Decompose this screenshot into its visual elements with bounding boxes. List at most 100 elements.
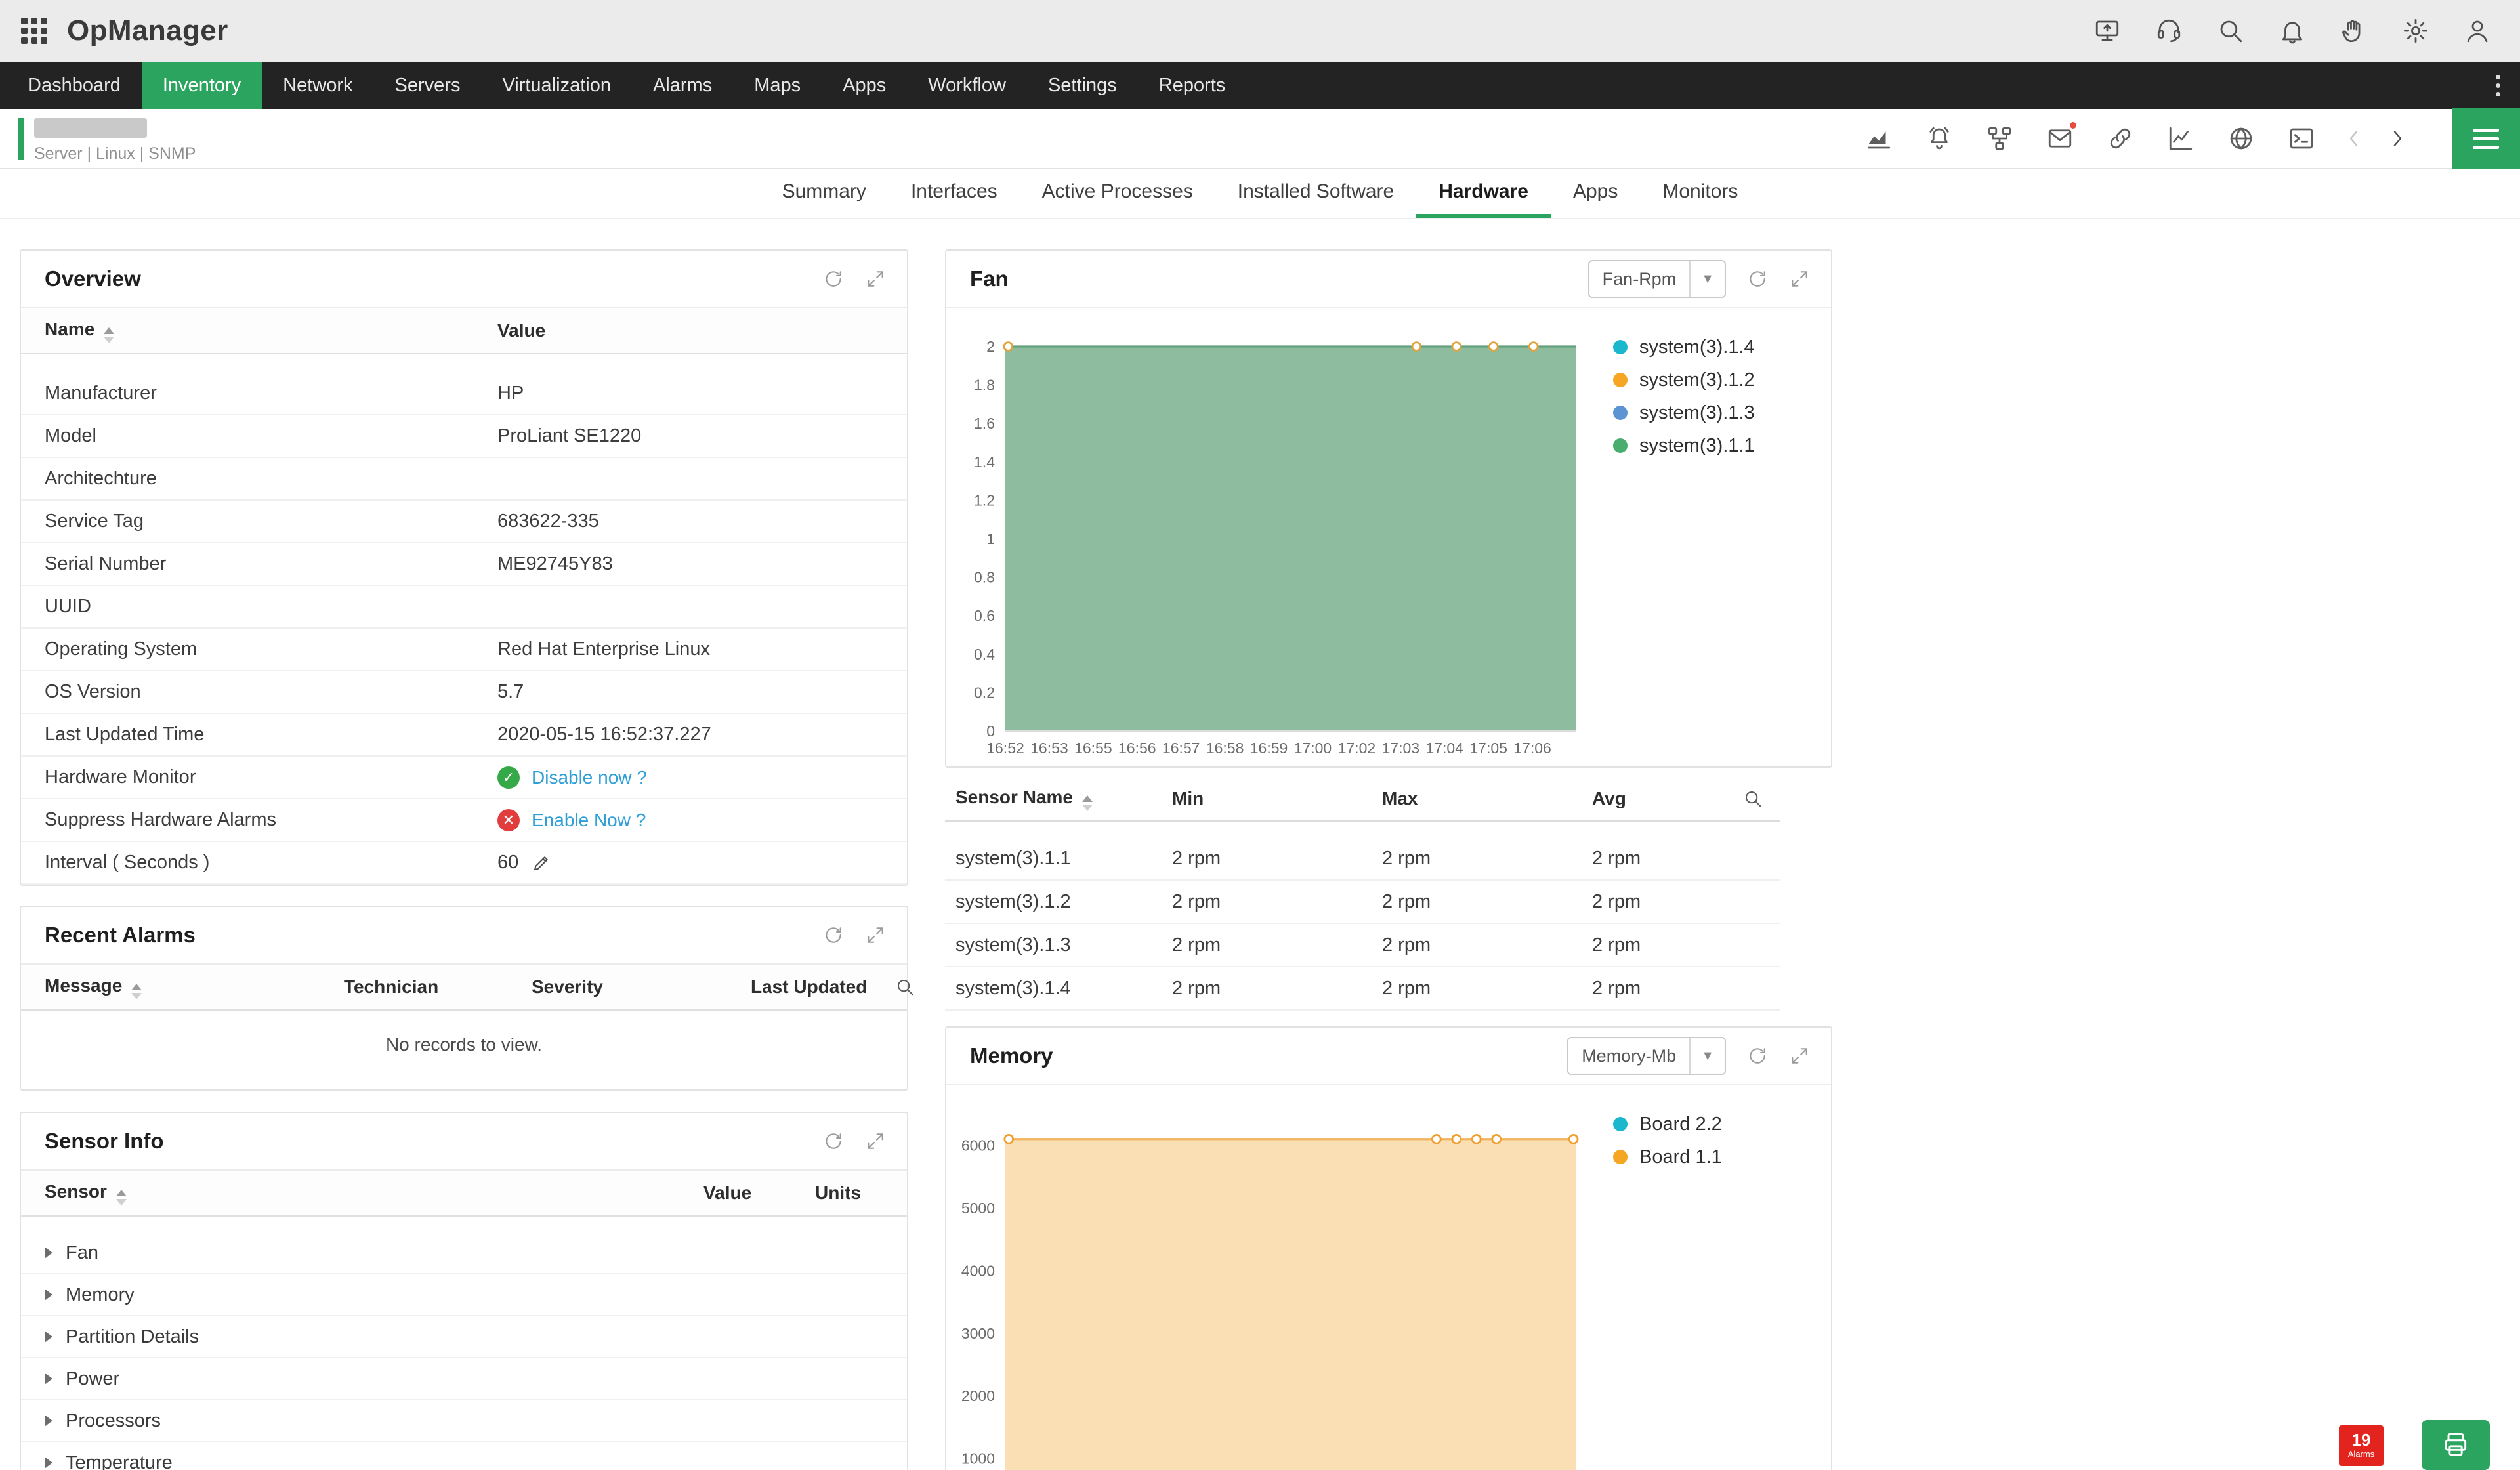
tab-interfaces[interactable]: Interfaces (889, 169, 1020, 218)
svg-text:16:56: 16:56 (1118, 740, 1156, 757)
column-header-sensor[interactable]: Sensor (45, 1181, 704, 1206)
app-title: OpManager (67, 14, 228, 47)
refresh-icon[interactable] (1747, 268, 1768, 289)
settings-gear-icon[interactable] (2402, 17, 2429, 45)
refresh-icon[interactable] (823, 1131, 844, 1152)
overview-table-body: ManufacturerHP ModelProLiant SE1220 Arch… (21, 354, 907, 885)
table-row: Operating SystemRed Hat Enterprise Linux (21, 629, 907, 671)
notifications-bell-icon[interactable] (2278, 17, 2306, 45)
expand-icon[interactable] (865, 925, 886, 946)
nav-item-reports[interactable]: Reports (1138, 62, 1247, 109)
link-chain-icon[interactable] (2107, 125, 2134, 152)
tab-apps[interactable]: Apps (1551, 169, 1640, 218)
overview-title: Overview (45, 266, 141, 291)
globe-icon[interactable] (2227, 125, 2255, 152)
mail-icon[interactable] (2046, 125, 2074, 152)
expand-icon[interactable] (1789, 268, 1810, 289)
device-pager (2343, 127, 2408, 150)
nav-item-settings[interactable]: Settings (1027, 62, 1138, 109)
nav-item-workflow[interactable]: Workflow (907, 62, 1027, 109)
support-widget-button[interactable] (2422, 1420, 2490, 1470)
tab-active-processes[interactable]: Active Processes (1020, 169, 1215, 218)
row-name: Manufacturer (45, 383, 497, 404)
legend-item[interactable]: Board 1.1 (1613, 1141, 1722, 1173)
gesture-hand-icon[interactable] (2340, 17, 2368, 45)
expand-icon[interactable] (1789, 1045, 1810, 1066)
search-icon[interactable] (1743, 789, 1763, 808)
nav-item-alarms[interactable]: Alarms (632, 62, 733, 109)
sensor-group-temperature[interactable]: Temperature (21, 1442, 907, 1470)
device-menu-button[interactable] (2452, 108, 2520, 169)
legend-item[interactable]: system(3).1.4 (1613, 331, 1755, 364)
row-name: Serial Number (45, 553, 497, 575)
row-value: 683622-335 (497, 511, 907, 532)
support-headset-icon[interactable] (2155, 17, 2183, 45)
svg-text:2000: 2000 (961, 1387, 995, 1404)
line-graph-icon[interactable] (2167, 125, 2194, 152)
previous-device-chevron-icon[interactable] (2343, 127, 2366, 150)
fan-title: Fan (970, 266, 1009, 291)
nav-item-virtualization[interactable]: Virtualization (481, 62, 632, 109)
legend-item[interactable]: system(3).1.3 (1613, 396, 1755, 429)
table-row-suppress-alarms: Suppress Hardware Alarms ✕Enable Now ? (21, 799, 907, 842)
column-header-message[interactable]: Message (45, 975, 344, 999)
nav-item-dashboard[interactable]: Dashboard (7, 62, 142, 109)
device-meta: Server | Linux | SNMP (34, 144, 196, 163)
table-row: system(3).1.32 rpm2 rpm2 rpm (945, 924, 1780, 967)
topbar-left: OpManager (21, 14, 228, 47)
tab-monitors[interactable]: Monitors (1640, 169, 1760, 218)
nav-item-maps[interactable]: Maps (733, 62, 822, 109)
table-row: Serial NumberME92745Y83 (21, 543, 907, 586)
alarm-bell-icon[interactable] (1925, 125, 1953, 152)
refresh-icon[interactable] (823, 925, 844, 946)
user-icon[interactable] (2464, 17, 2491, 45)
tab-summary[interactable]: Summary (760, 169, 889, 218)
sensor-group-memory[interactable]: Memory (21, 1274, 907, 1316)
expand-triangle-icon (45, 1331, 52, 1343)
search-icon[interactable] (895, 977, 915, 997)
refresh-icon[interactable] (823, 268, 844, 289)
fan-metric-select[interactable]: Fan-Rpm▼ (1588, 260, 1726, 298)
nav-item-apps[interactable]: Apps (822, 62, 907, 109)
sensor-group-partition-details[interactable]: Partition Details (21, 1316, 907, 1358)
expand-triangle-icon (45, 1415, 52, 1427)
legend-item[interactable]: system(3).1.2 (1613, 364, 1755, 396)
disable-now-link[interactable]: Disable now ? (532, 767, 647, 788)
column-header-name[interactable]: Name (45, 319, 497, 343)
search-icon[interactable] (2217, 17, 2244, 45)
apps-grid-icon[interactable] (21, 18, 47, 44)
sensor-group-processors[interactable]: Processors (21, 1400, 907, 1442)
legend-item[interactable]: system(3).1.1 (1613, 429, 1755, 462)
row-value: Red Hat Enterprise Linux (497, 639, 907, 660)
expand-icon[interactable] (865, 268, 886, 289)
column-header-value: Value (497, 320, 907, 341)
memory-metric-select[interactable]: Memory-Mb▼ (1567, 1037, 1726, 1075)
performance-area-chart-icon[interactable] (1865, 125, 1893, 152)
legend-item[interactable]: Board 2.2 (1613, 1108, 1722, 1141)
nav-item-inventory[interactable]: Inventory (142, 62, 262, 109)
tab-hardware[interactable]: Hardware (1416, 169, 1551, 218)
terminal-icon[interactable] (2288, 125, 2315, 152)
svg-text:17:06: 17:06 (1513, 740, 1551, 757)
nav-overflow-kebab-icon[interactable] (2487, 62, 2508, 109)
svg-text:0: 0 (986, 723, 995, 740)
next-device-chevron-icon[interactable] (2385, 127, 2408, 150)
nav-item-servers[interactable]: Servers (374, 62, 482, 109)
alarm-count-badge[interactable]: 19 Alarms (2339, 1425, 2384, 1466)
expand-icon[interactable] (865, 1131, 886, 1152)
nav-item-network[interactable]: Network (262, 62, 373, 109)
svg-text:1.6: 1.6 (974, 415, 995, 432)
refresh-icon[interactable] (1747, 1045, 1768, 1066)
enable-now-link[interactable]: Enable Now ? (532, 810, 646, 831)
device-actions (1865, 109, 2520, 168)
sensor-group-power[interactable]: Power (21, 1358, 907, 1400)
svg-text:1.2: 1.2 (974, 492, 995, 509)
sensor-group-fan[interactable]: Fan (21, 1232, 907, 1274)
topology-icon[interactable] (1986, 125, 2013, 152)
topbar: OpManager (0, 0, 2520, 62)
tab-installed-software[interactable]: Installed Software (1215, 169, 1416, 218)
screen-share-icon[interactable] (2093, 17, 2121, 45)
edit-pencil-icon[interactable] (532, 853, 551, 873)
alarm-count: 19 (2352, 1431, 2371, 1448)
column-header-sensor-name[interactable]: Sensor Name (956, 787, 1172, 811)
